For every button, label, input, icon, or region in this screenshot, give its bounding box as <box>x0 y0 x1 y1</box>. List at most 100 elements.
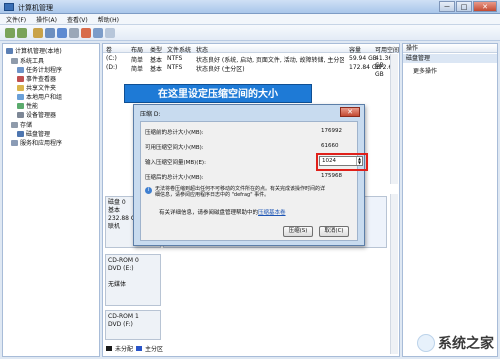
column-header[interactable]: 卷 <box>106 45 112 54</box>
tree-item-task-scheduler[interactable]: 任务计划程序 <box>17 65 62 74</box>
disk-type: DVD (F:) <box>108 321 133 328</box>
more-actions-link[interactable]: 更多操作 <box>413 66 437 75</box>
tree-item-performance[interactable]: 性能 <box>17 101 38 110</box>
column-header[interactable]: 布局 <box>131 45 143 54</box>
cancel-button[interactable]: 取消(C) <box>319 226 349 237</box>
disk-state: 无媒体 <box>108 281 127 288</box>
tree-item-local-users[interactable]: 本地用户和组 <box>17 92 62 101</box>
actions-disk-management[interactable]: 磁盘管理 <box>403 54 497 63</box>
cdrom-1-panel: CD-ROM 1 DVD (F:) <box>105 310 387 340</box>
disk-name: CD-ROM 1 <box>108 313 139 320</box>
close-button[interactable]: ✕ <box>473 1 497 12</box>
help-icon[interactable] <box>57 28 67 38</box>
export-icon[interactable] <box>105 28 115 38</box>
volume-name: (D:) <box>106 64 118 71</box>
column-header[interactable]: 可用空间 <box>375 45 399 54</box>
shrink-amount-label: 输入压缩空间量(MB)(E): <box>145 160 206 166</box>
total-after-value: 175968 <box>321 173 342 179</box>
disk-icon <box>17 130 24 137</box>
forward-icon[interactable] <box>17 28 27 38</box>
legend-primary-swatch <box>136 346 143 351</box>
volume-type: 基本 <box>150 57 163 64</box>
volume-scrollbar[interactable] <box>390 54 398 184</box>
view-icon[interactable] <box>69 28 79 38</box>
dialog-title: 压缩 D: <box>140 111 161 118</box>
tree-item-label: 设备管理器 <box>26 112 57 119</box>
tools-icon <box>11 57 18 64</box>
dialog-close-button[interactable]: ✕ <box>340 107 360 117</box>
app-icon <box>4 3 14 11</box>
cdrom-0-panel: CD-ROM 0 DVD (E:) 无媒体 <box>105 254 387 306</box>
device-icon <box>17 111 24 118</box>
volume-layout: 简单 <box>131 66 144 73</box>
tree-item-label: 性能 <box>26 103 39 110</box>
menu-view[interactable]: 查看(V) <box>67 15 88 24</box>
tree-item-label: 磁盘管理 <box>26 131 51 138</box>
shrink-button[interactable]: 压缩(S) <box>283 226 313 237</box>
tree-item-storage[interactable]: 存储 <box>11 120 32 129</box>
available-space-label: 可用压缩空间大小(MB): <box>145 145 204 151</box>
column-header[interactable]: 文件系统 <box>167 45 191 54</box>
shrink-basic-volume-link[interactable]: 压缩基本卷 <box>258 210 286 216</box>
info-icon: i <box>145 187 152 194</box>
back-icon[interactable] <box>5 28 15 38</box>
minimize-button[interactable]: － <box>439 1 455 12</box>
event-icon <box>17 75 24 82</box>
highlight-box <box>316 153 368 171</box>
folder-icon <box>17 84 24 91</box>
tree-item-label: 系统工具 <box>20 58 45 65</box>
volume-fs: NTFS <box>167 64 183 71</box>
tree-item-shared-folders[interactable]: 共享文件夹 <box>17 83 56 92</box>
window-title: 计算机管理 <box>18 4 53 12</box>
tree-item-services-apps[interactable]: 服务和应用程序 <box>11 138 62 147</box>
total-after-label: 压缩后的总计大小(MB): <box>145 175 204 181</box>
menu-action[interactable]: 操作(A) <box>36 15 57 24</box>
users-icon <box>17 93 24 100</box>
table-row[interactable]: (C:) 简单 基本 NTFS 状态良好 (系统, 启动, 页面文件, 活动, … <box>103 55 399 69</box>
properties-icon[interactable] <box>45 28 55 38</box>
disk-scrollbar[interactable] <box>390 194 398 354</box>
tree-item-disk-management[interactable]: 磁盘管理 <box>17 129 50 138</box>
refresh-icon[interactable] <box>93 28 103 38</box>
computer-management-window: 计算机管理 － □ ✕ 文件(F) 操作(A) 查看(V) 帮助(H) 计算机管… <box>0 0 500 359</box>
column-headers: 卷 布局 类型 文件系统 状态 容量 可用空间 <box>103 44 399 54</box>
tree-item-device-manager[interactable]: 设备管理器 <box>17 110 56 119</box>
tree-item-root[interactable]: 计算机管理(本地) <box>6 46 62 55</box>
actions-header: 操作 <box>403 44 497 53</box>
watermark-logo-icon <box>417 334 435 352</box>
navigation-tree: 计算机管理(本地) 系统工具 任务计划程序 事件查看器 共享文件夹 本地用户和组… <box>2 43 100 357</box>
disk-type: DVD (E:) <box>108 265 134 272</box>
performance-icon <box>17 102 24 109</box>
watermark: 系统之家 <box>417 333 494 353</box>
available-space-value: 61660 <box>321 143 339 149</box>
volume-layout: 简单 <box>131 57 144 64</box>
tree-item-system-tools[interactable]: 系统工具 <box>11 56 44 65</box>
column-header[interactable]: 容量 <box>349 45 361 54</box>
up-folder-icon[interactable] <box>33 28 43 38</box>
disk-name: CD-ROM 0 <box>108 257 139 264</box>
legend-label: 主分区 <box>145 346 164 353</box>
column-header[interactable]: 状态 <box>196 45 208 54</box>
watermark-text: 系统之家 <box>438 336 494 352</box>
tree-item-label: 存储 <box>20 122 33 129</box>
tree-item-label: 共享文件夹 <box>26 85 57 92</box>
tree-item-label: 本地用户和组 <box>26 94 63 101</box>
total-before-label: 压缩前的总计大小(MB): <box>145 130 204 136</box>
table-row[interactable]: (D:) 简单 基本 NTFS 状态良好 (主分区) 172.84 GB 172… <box>103 64 399 78</box>
menu-bar: 文件(F) 操作(A) 查看(V) 帮助(H) <box>0 14 500 25</box>
delete-icon[interactable] <box>81 28 91 38</box>
tree-item-event-viewer[interactable]: 事件查看器 <box>17 74 56 83</box>
menu-file[interactable]: 文件(F) <box>6 15 26 24</box>
help-row: 有关详细信息，请参阅磁盘管理帮助中的压缩基本卷 <box>159 208 286 216</box>
legend: 未分配 主分区 <box>106 344 163 353</box>
toolbar <box>0 25 500 41</box>
shrink-dialog: 压缩 D: ✕ 压缩前的总计大小(MB): 176992 可用压缩空间大小(MB… <box>133 104 368 246</box>
volume-capacity: 59.94 GB <box>349 55 377 62</box>
menu-help[interactable]: 帮助(H) <box>98 15 119 24</box>
column-header[interactable]: 类型 <box>150 45 162 54</box>
cdrom-1-label[interactable]: CD-ROM 1 DVD (F:) <box>105 310 161 340</box>
title-bar: 计算机管理 － □ ✕ <box>0 0 500 14</box>
maximize-button[interactable]: □ <box>456 1 472 12</box>
cdrom-0-label[interactable]: CD-ROM 0 DVD (E:) 无媒体 <box>105 254 161 306</box>
total-before-value: 176992 <box>321 128 342 134</box>
